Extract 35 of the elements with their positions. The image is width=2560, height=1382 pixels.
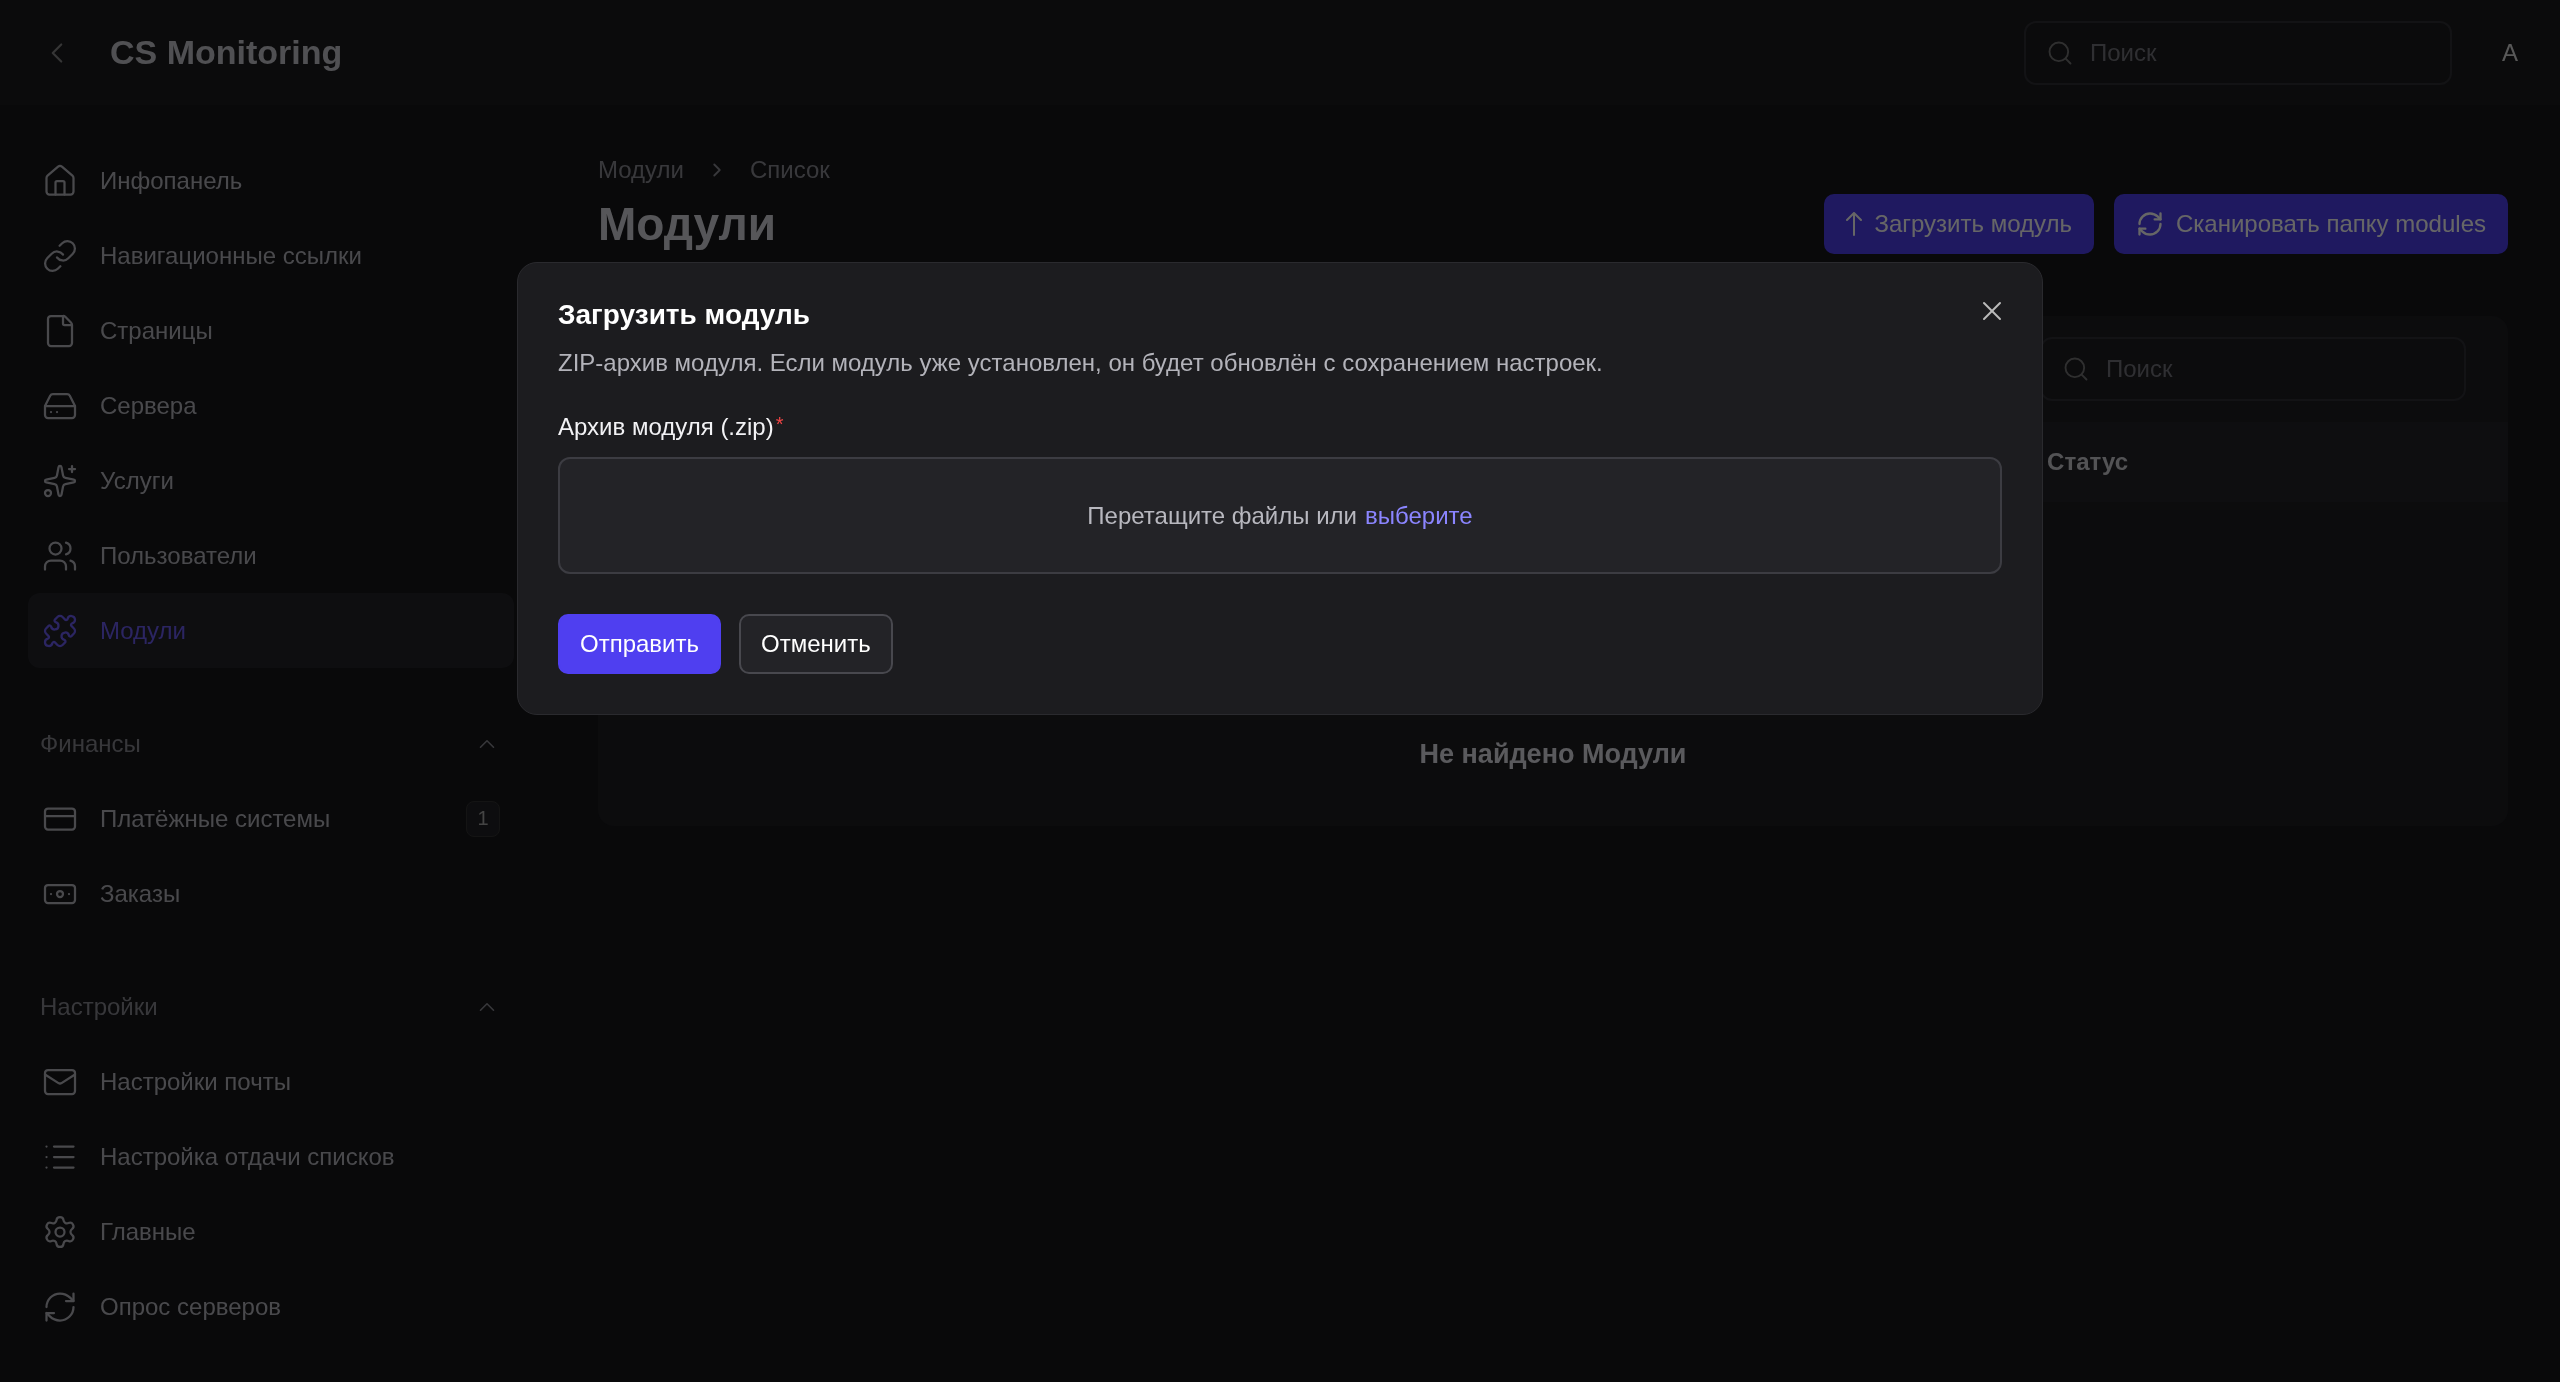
sidebar-item[interactable]: Настройка отдачи списков — [28, 1119, 514, 1194]
sidebar-item[interactable]: Сервера — [28, 368, 514, 443]
sidebar-item[interactable]: Настройки почты — [28, 1044, 514, 1119]
sparkles-icon — [42, 462, 78, 499]
field-label: Архив модуля (.zip) — [558, 413, 774, 441]
sidebar-item[interactable]: Инфопанель — [28, 143, 514, 218]
puzzle-icon — [42, 612, 78, 649]
upload-icon — [1846, 212, 1863, 236]
sidebar-item[interactable]: Пользователи — [28, 518, 514, 593]
scan-button[interactable]: Сканировать папку modules — [2113, 194, 2508, 254]
refresh-icon — [2135, 210, 2164, 238]
cancel-button[interactable]: Отменить — [739, 614, 893, 674]
page-title: Модули — [598, 198, 777, 250]
sidebar-item[interactable]: Услуги — [28, 443, 514, 518]
dialog-title: Загрузить модуль — [558, 299, 810, 331]
sidebar-item[interactable]: Модули — [28, 593, 514, 668]
upload-button[interactable]: Загрузить модуль — [1824, 194, 2094, 254]
settings-icon — [42, 1213, 78, 1250]
sidebar-item[interactable]: Опрос серверов — [28, 1269, 514, 1344]
user-avatar[interactable]: A — [2488, 30, 2532, 75]
sidebar-item[interactable]: Страницы — [28, 293, 514, 368]
empty-message: Не найдено Модули — [1419, 739, 1687, 770]
link-icon — [42, 237, 78, 274]
sidebar-item[interactable]: Заказы — [28, 856, 514, 931]
column-header[interactable]: Статус — [2047, 448, 2128, 476]
home-icon — [42, 162, 78, 199]
submit-button[interactable]: Отправить — [558, 614, 721, 674]
file-dropzone[interactable]: Перетащите файлы или выберите — [558, 457, 2002, 574]
sidebar-item[interactable]: Навигационные ссылки — [28, 218, 514, 293]
search-icon — [2062, 355, 2090, 383]
sidebar-item[interactable]: Главные — [28, 1194, 514, 1269]
app-title: CS Monitoring — [110, 33, 344, 72]
choose-link[interactable]: выберите — [1365, 501, 1473, 530]
dialog-description: ZIP-архив модуля. Если модуль уже установлен, он будет обновлён с сохранением настроек. — [558, 349, 1604, 377]
required-mark: * — [775, 413, 784, 436]
